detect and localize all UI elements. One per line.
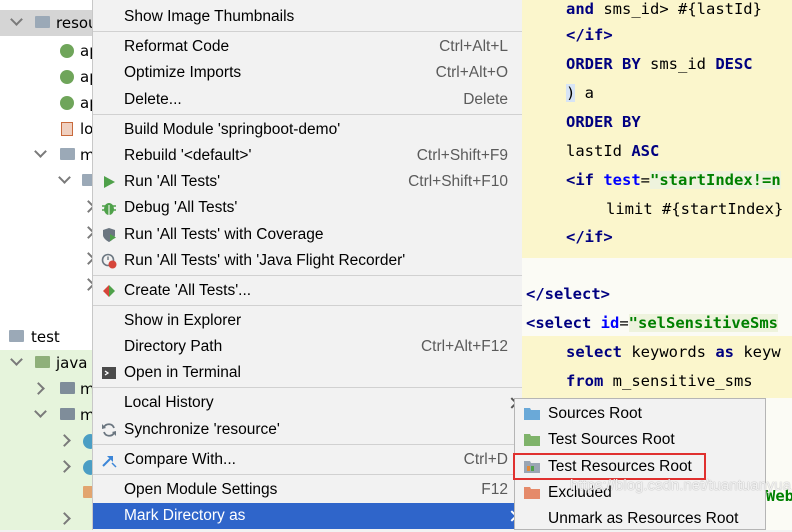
terminal-icon <box>102 367 116 379</box>
spring-config-icon <box>60 70 74 84</box>
chevron-down-icon[interactable] <box>34 145 47 158</box>
menu-item-directory-path[interactable]: Directory Path Ctrl+Alt+F12 <box>93 334 522 360</box>
tree-item-file[interactable]: ap <box>0 90 95 116</box>
test-sources-root-folder-icon <box>524 434 540 446</box>
tree-item-test[interactable]: test <box>0 324 95 350</box>
chevron-right-icon[interactable] <box>32 382 45 395</box>
menu-item-optimize-imports[interactable]: Optimize Imports Ctrl+Alt+O <box>93 60 522 86</box>
tree-item-file[interactable]: lo <box>0 116 95 142</box>
code-line: select keywords as keyw <box>566 343 781 361</box>
project-tree[interactable]: resou ap ap ap lo m test <box>0 0 95 530</box>
tree-item-package[interactable]: m <box>0 402 95 428</box>
package-icon <box>60 382 75 394</box>
chevron-right-icon[interactable] <box>58 460 71 473</box>
sync-icon <box>102 423 116 437</box>
code-line: and sms_id> #{lastId} <box>566 0 762 18</box>
xml-file-icon <box>61 122 73 136</box>
coverage-shield-icon <box>103 228 116 242</box>
submenu-item-sources-root[interactable]: Sources Root <box>515 401 765 427</box>
tree-item-class[interactable] <box>0 428 95 454</box>
menu-item-rebuild[interactable]: Rebuild '<default>' Ctrl+Shift+F9 <box>93 143 522 169</box>
test-sources-folder-icon <box>35 356 50 368</box>
code-line: from m_sensitive_sms <box>566 372 753 390</box>
code-line: limit #{startIndex} <box>606 200 784 218</box>
sources-root-folder-icon <box>524 408 540 420</box>
code-line: ORDER BY sms_id DESC <box>566 55 753 73</box>
code-line: <select id="selSensitiveSms <box>526 314 778 332</box>
menu-item-show-in-explorer[interactable]: Show in Explorer <box>93 308 522 334</box>
code-line: </if> <box>566 228 613 246</box>
run-icon <box>104 176 115 188</box>
menu-item-open-module-settings[interactable]: Open Module Settings F12 <box>93 477 522 503</box>
menu-item-show-image-thumbnails[interactable]: Show Image Thumbnails <box>93 4 522 30</box>
code-line: </if> <box>566 26 613 44</box>
folder-icon <box>9 330 24 342</box>
menu-separator <box>93 31 522 32</box>
tree-item-folder[interactable] <box>0 168 95 194</box>
menu-separator <box>93 114 522 115</box>
tree-item-folder[interactable] <box>0 246 95 272</box>
menu-item-run-with-coverage[interactable]: Run 'All Tests' with Coverage <box>93 222 522 248</box>
context-menu: Show Image Thumbnails Reformat Code Ctrl… <box>92 0 522 530</box>
watermark: https://blog.csdn.net/tuantuanyua <box>570 477 791 494</box>
menu-item-open-in-terminal[interactable]: Open in Terminal <box>93 360 522 386</box>
menu-separator <box>93 305 522 306</box>
tree-item-file[interactable]: ap <box>0 38 95 64</box>
tree-item-folder[interactable] <box>0 506 95 530</box>
tree-item-package[interactable]: m <box>0 376 95 402</box>
code-line: <if test="startIndex!=n <box>566 171 781 189</box>
tree-item-resource[interactable]: resou <box>0 10 95 36</box>
menu-separator <box>93 444 522 445</box>
excluded-folder-icon <box>524 487 540 499</box>
spring-config-icon <box>60 44 74 58</box>
debug-bug-icon <box>102 203 116 215</box>
code-line: </select> <box>526 285 610 303</box>
chevron-down-icon[interactable] <box>58 171 71 184</box>
menu-item-run-all-tests[interactable]: Run 'All Tests' Ctrl+Shift+F10 <box>93 169 522 195</box>
tree-item-folder[interactable]: m <box>0 142 95 168</box>
tree-item-folder[interactable] <box>0 480 95 506</box>
submenu-item-test-sources-root[interactable]: Test Sources Root <box>515 427 765 453</box>
menu-item-synchronize[interactable]: Synchronize 'resource' <box>93 417 522 443</box>
tree-item-java[interactable]: java <box>0 350 95 376</box>
chevron-right-icon[interactable] <box>58 512 71 525</box>
tree-item-folder[interactable] <box>0 220 95 246</box>
chevron-down-icon[interactable] <box>10 353 23 366</box>
menu-item-debug-all-tests[interactable]: Debug 'All Tests' <box>93 195 522 221</box>
tree-item-folder[interactable] <box>0 272 95 298</box>
menu-item-delete[interactable]: Delete... Delete <box>93 87 522 113</box>
menu-separator <box>93 387 522 388</box>
menu-item-local-history[interactable]: Local History <box>93 390 522 416</box>
menu-separator <box>93 275 522 276</box>
code-line: ORDER BY <box>566 113 641 131</box>
menu-item-mark-directory-as[interactable]: Mark Directory as <box>93 503 522 529</box>
menu-separator <box>93 474 522 475</box>
spring-config-icon <box>60 96 74 110</box>
code-line: ) a <box>566 84 595 102</box>
chevron-right-icon[interactable] <box>58 434 71 447</box>
folder-icon <box>35 16 50 28</box>
package-icon <box>60 408 75 420</box>
code-line: lastId ASC <box>566 142 660 160</box>
tree-item-class[interactable] <box>0 454 95 480</box>
folder-icon <box>60 148 75 160</box>
menu-item-create-all-tests[interactable]: Create 'All Tests'... <box>93 278 522 304</box>
highlight-box <box>513 453 706 480</box>
menu-item-reformat-code[interactable]: Reformat Code Ctrl+Alt+L <box>93 34 522 60</box>
compare-arrows-icon <box>102 456 117 468</box>
tree-item-file[interactable]: ap <box>0 64 95 90</box>
menu-item-run-with-flight-recorder[interactable]: Run 'All Tests' with 'Java Flight Record… <box>93 248 522 274</box>
create-config-icon <box>103 285 115 297</box>
tree-item-folder[interactable] <box>0 194 95 220</box>
flight-recorder-icon <box>101 253 117 269</box>
menu-item-build-module[interactable]: Build Module 'springboot-demo' <box>93 117 522 143</box>
menu-item-compare-with[interactable]: Compare With... Ctrl+D <box>93 447 522 473</box>
chevron-down-icon[interactable] <box>10 13 23 26</box>
submenu-item-unmark[interactable]: Unmark as Resources Root <box>515 506 765 532</box>
chevron-down-icon[interactable] <box>34 405 47 418</box>
